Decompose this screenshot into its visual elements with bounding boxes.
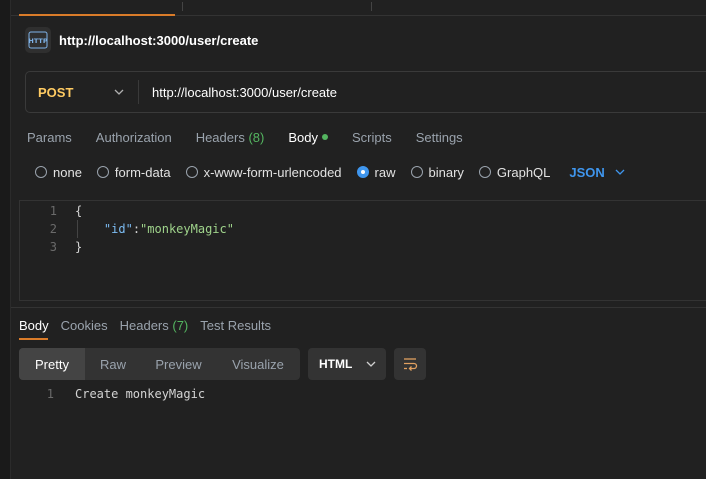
response-tab-underline: [19, 338, 48, 340]
request-title-row: HTTP http://localhost:3000/user/create: [25, 27, 258, 53]
view-mode-pretty[interactable]: Pretty: [19, 348, 85, 380]
tab-label: Scripts: [351, 129, 392, 145]
json-value: "monkeyMagic": [140, 222, 234, 236]
tab-label: Body: [19, 317, 49, 333]
line-number: 1: [46, 387, 54, 401]
request-title[interactable]: http://localhost:3000/user/create: [59, 33, 258, 48]
headers-count: (7): [172, 317, 189, 333]
response-text: Create monkeyMagic: [75, 387, 206, 401]
body-type-form-data[interactable]: form-data: [96, 164, 171, 180]
sidebar-edge: [0, 0, 11, 479]
url-bar: POST http://localhost:3000/user/create: [25, 71, 706, 113]
line-number: 3: [49, 240, 57, 254]
tab-label: Settings: [415, 129, 463, 145]
request-tabs: Params Authorization Headers (8) Body Sc…: [27, 128, 487, 146]
json-key: "id": [103, 222, 133, 236]
code-line: 2 "id":"monkeyMagic": [20, 220, 234, 238]
radio-label: none: [53, 164, 82, 180]
radio-button[interactable]: [35, 166, 47, 178]
tab-label: Authorization: [95, 129, 172, 145]
radio-button[interactable]: [185, 166, 198, 178]
response-format-label: HTML: [319, 357, 353, 371]
code-text: "id":"monkeyMagic": [75, 222, 234, 236]
radio-label: GraphQL: [496, 164, 551, 180]
radio-button-checked[interactable]: [356, 166, 369, 178]
response-tab-headers[interactable]: Headers (7): [120, 318, 189, 333]
body-type-raw[interactable]: raw: [356, 164, 396, 180]
chevron-down-icon: [114, 89, 124, 95]
url-divider: [138, 80, 139, 104]
code-text: }: [75, 240, 83, 254]
method-select[interactable]: POST: [26, 72, 138, 112]
body-type-binary[interactable]: binary: [410, 164, 464, 180]
view-mode-raw[interactable]: Raw: [85, 348, 141, 380]
json-separator: :: [132, 222, 141, 236]
tab-label: Headers: [119, 317, 173, 333]
response-tab-body[interactable]: Body: [19, 318, 49, 333]
svg-text:HTTP: HTTP: [28, 37, 47, 45]
body-indicator-dot: [321, 133, 328, 140]
tab-authorization[interactable]: Authorization: [96, 130, 172, 145]
chevron-down-icon: [615, 169, 625, 175]
radio-button[interactable]: [478, 166, 491, 178]
body-type-urlencoded[interactable]: x-www-form-urlencoded: [185, 164, 342, 180]
wrap-lines-icon: [404, 358, 418, 371]
view-mode-selector: Pretty Raw Preview Visualize: [19, 348, 300, 380]
response-tabs: Body Cookies Headers (7) Test Results: [19, 316, 283, 334]
response-tab-test-results[interactable]: Test Results: [200, 318, 271, 333]
tab-label: Body: [288, 129, 318, 145]
tab-separator: [182, 2, 183, 11]
request-body-editor[interactable]: 1 { 2 "id":"monkeyMagic" 3 }: [19, 200, 706, 301]
line-number: 1: [49, 204, 57, 218]
body-type-graphql[interactable]: GraphQL: [478, 164, 551, 180]
tab-label: Test Results: [200, 317, 272, 333]
tab-params[interactable]: Params: [27, 130, 72, 145]
chevron-down-icon: [366, 361, 376, 367]
radio-label: form-data: [114, 164, 171, 180]
response-format-select[interactable]: HTML: [308, 348, 386, 380]
headers-count: (8): [248, 129, 265, 145]
body-type-none[interactable]: none: [35, 165, 82, 180]
method-label: POST: [38, 84, 74, 100]
tab-settings[interactable]: Settings: [416, 130, 463, 145]
line-number: 2: [49, 222, 57, 236]
tab-label: Headers: [195, 129, 249, 145]
url-input[interactable]: http://localhost:3000/user/create: [152, 85, 337, 100]
radio-button[interactable]: [96, 166, 109, 178]
body-language-select[interactable]: JSON: [569, 164, 625, 180]
active-tab-indicator: [19, 14, 175, 16]
tab-body[interactable]: Body: [288, 130, 328, 145]
response-body-line: 1 Create monkeyMagic: [19, 385, 205, 403]
view-mode-visualize[interactable]: Visualize: [216, 348, 300, 380]
response-tab-cookies[interactable]: Cookies: [61, 318, 108, 333]
tab-label: Params: [27, 129, 72, 145]
radio-label: raw: [374, 164, 396, 180]
radio-label: binary: [428, 164, 464, 180]
radio-button[interactable]: [410, 166, 423, 178]
radio-label: x-www-form-urlencoded: [203, 164, 342, 180]
request-tab-strip[interactable]: [11, 0, 706, 16]
code-text: {: [75, 204, 83, 218]
tab-label: Cookies: [60, 317, 108, 333]
wrap-lines-button[interactable]: [394, 348, 426, 380]
body-type-options: none form-data x-www-form-urlencoded raw…: [35, 164, 625, 180]
body-language-label: JSON: [569, 164, 605, 180]
code-line: 3 }: [20, 238, 82, 256]
view-mode-preview[interactable]: Preview: [141, 348, 216, 380]
code-line: 1 {: [20, 202, 82, 220]
tab-separator: [371, 2, 372, 11]
tab-headers[interactable]: Headers (8): [196, 130, 265, 145]
tab-scripts[interactable]: Scripts: [352, 130, 392, 145]
pane-divider[interactable]: [11, 307, 706, 308]
http-file-icon: HTTP: [25, 27, 51, 53]
